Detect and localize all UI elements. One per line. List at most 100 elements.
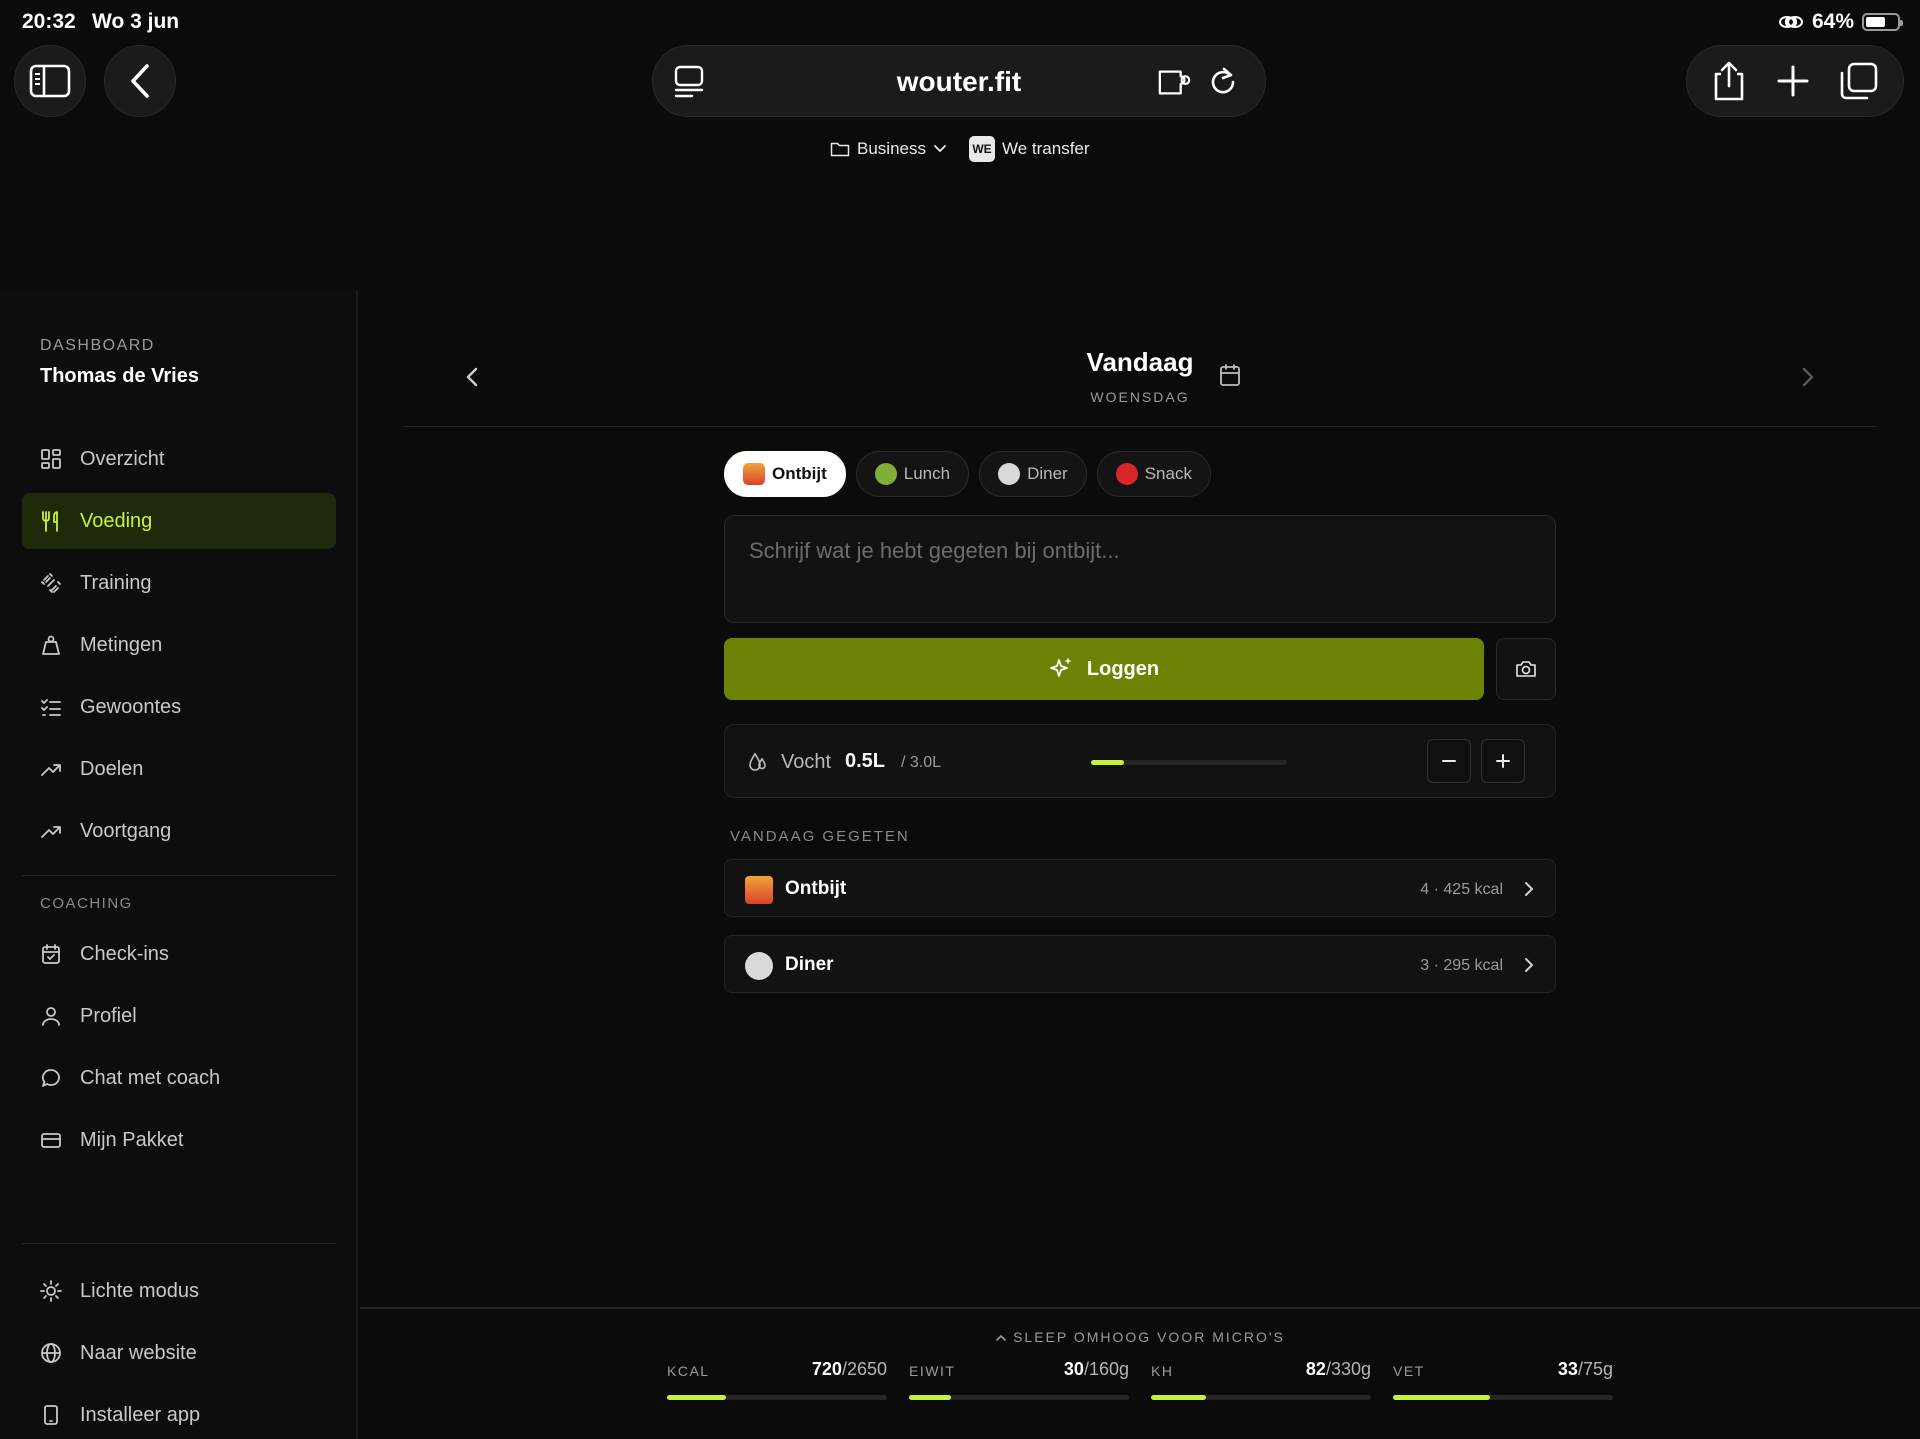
camera-icon xyxy=(1516,661,1536,677)
main-content: Vandaag WOENSDAG Ontbijt Lunch Diner Sna… xyxy=(360,291,1920,1439)
link-icon xyxy=(1778,16,1803,28)
nutrition-panel: Ontbijt Lunch Diner Snack Schrijf wat je… xyxy=(724,451,1556,993)
browser-actions xyxy=(1686,45,1904,117)
camera-button[interactable] xyxy=(1496,638,1556,700)
grid-icon xyxy=(41,449,61,469)
meal-row-diner[interactable]: Diner 3 · 295 kcal xyxy=(724,935,1556,993)
tab-lunch[interactable]: Lunch xyxy=(855,451,970,497)
plate-icon xyxy=(998,463,1021,485)
sidebar-item-training[interactable]: Training xyxy=(22,555,336,611)
sidebar-divider xyxy=(22,875,336,876)
apple-icon xyxy=(1115,463,1138,485)
sidebar-item-label: Training xyxy=(80,571,152,594)
reload-icon[interactable] xyxy=(1205,64,1241,100)
food-input[interactable]: Schrijf wat je hebt gegeten bij ontbijt.… xyxy=(724,515,1556,623)
bookmark-we-transfer[interactable]: WE We transfer xyxy=(968,136,1090,162)
sidebar-item-chat-met-coach[interactable]: Chat met coach xyxy=(22,1050,336,1106)
sidebar-divider xyxy=(22,1243,336,1244)
macro-value: 33/75g xyxy=(1557,1359,1613,1379)
bookmark-label: Business xyxy=(857,139,926,158)
checklist-icon xyxy=(41,699,61,716)
meal-row-ontbijt[interactable]: Ontbijt 4 · 425 kcal xyxy=(724,859,1556,917)
sidebar-icon xyxy=(29,64,71,98)
drag-hint[interactable]: SLEEP OMHOOG VOOR MICRO'S xyxy=(360,1329,1920,1345)
sidebar-item-naar-website[interactable]: Naar website xyxy=(22,1325,336,1381)
sidebar-item-label: Overzicht xyxy=(80,447,165,470)
sunrise-icon xyxy=(743,463,765,485)
chevron-down-icon xyxy=(934,145,946,153)
macro-progress-bar xyxy=(667,1395,887,1400)
water-decrease-button[interactable] xyxy=(1427,739,1471,783)
chevron-right-icon xyxy=(1525,958,1534,972)
tab-diner[interactable]: Diner xyxy=(979,451,1087,497)
cutlery-icon xyxy=(42,511,58,532)
sidebar-section-coaching: COACHING xyxy=(40,895,133,912)
sidebar-item-metingen[interactable]: Metingen xyxy=(22,617,336,673)
user-icon xyxy=(42,1007,60,1026)
sidebar-item-check-ins[interactable]: Check-ins xyxy=(22,926,336,982)
sidebar-item-gewoontes[interactable]: Gewoontes xyxy=(22,679,336,735)
sidebar-item-label: Chat met coach xyxy=(80,1066,221,1089)
minus-icon xyxy=(1442,760,1456,762)
sidebar-item-label: Voortgang xyxy=(80,819,172,842)
day-title: Vandaag xyxy=(1086,347,1194,377)
macro-key: KCAL xyxy=(667,1363,710,1379)
sidebar-item-mijn-pakket[interactable]: Mijn Pakket xyxy=(22,1112,336,1168)
sidebar-item-profiel[interactable]: Profiel xyxy=(22,988,336,1044)
sidebar-item-lichte-modus[interactable]: Lichte modus xyxy=(22,1263,336,1319)
scale-icon xyxy=(42,635,60,655)
sidebar-item-doelen[interactable]: Doelen xyxy=(22,741,336,797)
eaten-title: VANDAAG GEGETEN xyxy=(730,828,910,845)
water-goal: / 3.0L xyxy=(901,754,942,771)
next-day-button[interactable] xyxy=(1800,365,1816,389)
macro-value: 30/160g xyxy=(1063,1359,1129,1379)
bookmark-label: We transfer xyxy=(1001,139,1090,158)
globe-icon xyxy=(41,1343,61,1363)
macro-progress-bar xyxy=(1393,1395,1613,1400)
tabs-overview-icon[interactable] xyxy=(1839,61,1879,101)
drag-hint-text: SLEEP OMHOOG VOOR MICRO'S xyxy=(1013,1329,1285,1345)
tab-label: Ontbijt xyxy=(772,464,827,483)
water-progress-bar xyxy=(1091,760,1287,765)
macro-key: EIWIT xyxy=(909,1363,956,1379)
sidebar-toggle-button[interactable] xyxy=(14,45,86,117)
meal-tabs: Ontbijt Lunch Diner Snack xyxy=(724,451,1556,497)
sidebar: DASHBOARD Thomas de Vries Overzicht Voed… xyxy=(0,291,358,1439)
battery-percent: 64% xyxy=(1811,10,1854,33)
tab-snack[interactable]: Snack xyxy=(1096,451,1211,497)
sidebar-item-label: Profiel xyxy=(80,1004,137,1027)
tab-ontbijt[interactable]: Ontbijt xyxy=(724,451,846,497)
sidebar-item-overzicht[interactable]: Overzicht xyxy=(22,431,336,487)
calendar-icon[interactable] xyxy=(1219,363,1241,387)
macro-progress-bar xyxy=(1151,1395,1371,1400)
extension-icon[interactable] xyxy=(1157,64,1193,100)
new-tab-icon[interactable] xyxy=(1776,64,1810,98)
water-increase-button[interactable] xyxy=(1481,739,1525,783)
meal-meta: 3 · 295 kcal xyxy=(1420,957,1503,974)
macros-sheet[interactable]: SLEEP OMHOOG VOOR MICRO'S KCAL 720/2650 … xyxy=(360,1307,1920,1439)
log-button[interactable]: Loggen xyxy=(724,638,1484,700)
sidebar-item-label: Check-ins xyxy=(80,942,169,965)
sidebar-item-voeding[interactable]: Voeding xyxy=(22,493,336,549)
share-icon[interactable] xyxy=(1711,60,1747,102)
sidebar-item-installeer-app[interactable]: Installeer app xyxy=(22,1387,336,1439)
macro-progress-bar xyxy=(909,1395,1129,1400)
address-bar[interactable]: wouter.fit xyxy=(652,45,1266,117)
sidebar-item-voortgang[interactable]: Voortgang xyxy=(22,803,336,859)
water-drop-icon xyxy=(749,752,766,771)
sidebar-user-name: Thomas de Vries xyxy=(40,365,199,387)
sidebar-item-label: Naar website xyxy=(80,1341,197,1364)
tab-label: Snack xyxy=(1144,464,1192,483)
sidebar-kicker: DASHBOARD xyxy=(40,337,155,354)
status-right: 64% xyxy=(1778,10,1903,34)
sidebar-item-label: Lichte modus xyxy=(80,1279,199,1302)
bookmark-folder-business[interactable]: Business xyxy=(830,139,947,159)
phone-icon xyxy=(44,1405,58,1425)
back-button[interactable] xyxy=(104,45,176,117)
card-icon xyxy=(41,1133,61,1148)
meal-name: Ontbijt xyxy=(785,878,847,899)
water-tracker: Vocht 0.5L / 3.0L xyxy=(724,724,1556,798)
status-date: Wo 3 jun xyxy=(92,10,180,33)
sidebar-item-label: Mijn Pakket xyxy=(80,1128,184,1151)
sidebar-item-label: Voeding xyxy=(80,509,153,532)
